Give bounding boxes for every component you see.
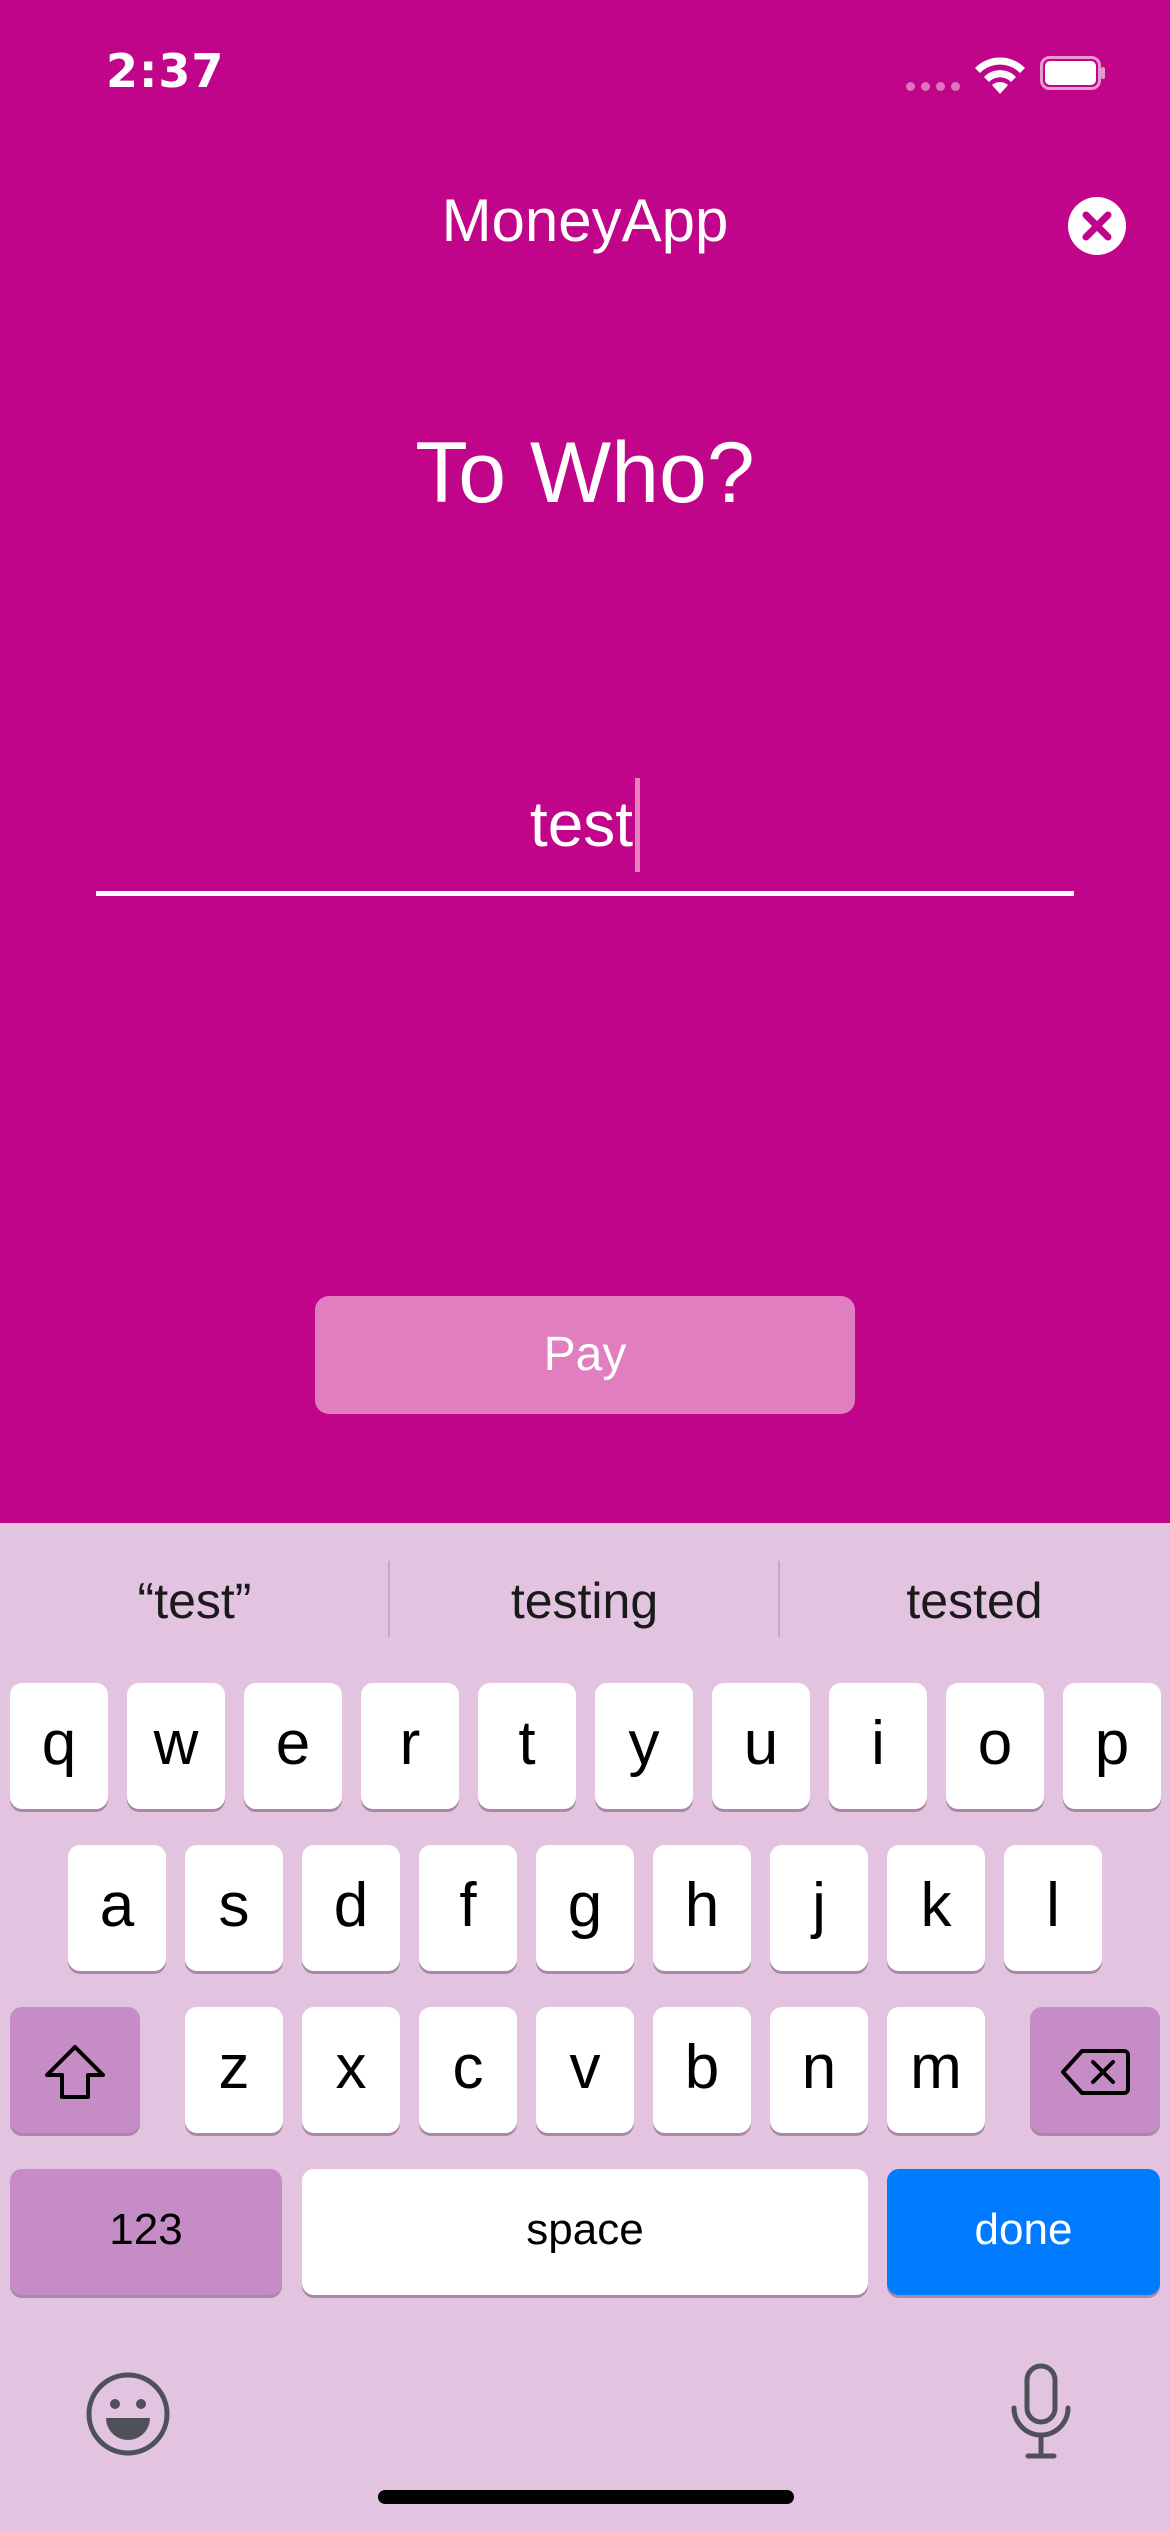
emoji-icon[interactable]: [84, 2370, 172, 2458]
key-v[interactable]: v: [536, 2007, 634, 2133]
key-t[interactable]: t: [478, 1683, 576, 1809]
recipient-value: test: [529, 787, 634, 860]
microphone-icon[interactable]: [1008, 2362, 1074, 2462]
key-r[interactable]: r: [361, 1683, 459, 1809]
backspace-icon: [1061, 2048, 1130, 2095]
key-k[interactable]: k: [887, 1845, 985, 1971]
delete-key[interactable]: [1030, 2007, 1160, 2133]
key-m[interactable]: m: [887, 2007, 985, 2133]
shift-icon: [45, 2044, 105, 2099]
key-a[interactable]: a: [68, 1845, 166, 1971]
suggestion-bar: “test” testing tested: [0, 1523, 1170, 1679]
key-y[interactable]: y: [595, 1683, 693, 1809]
battery-icon: [1040, 56, 1105, 90]
space-key[interactable]: space: [302, 2169, 868, 2295]
suggestion-2[interactable]: testing: [390, 1523, 779, 1679]
numbers-key[interactable]: 123: [10, 2169, 282, 2295]
app-title: MoneyApp: [441, 187, 729, 254]
wifi-icon: [975, 57, 1025, 94]
key-w[interactable]: w: [127, 1683, 225, 1809]
key-f[interactable]: f: [419, 1845, 517, 1971]
key-n[interactable]: n: [770, 2007, 868, 2133]
key-g[interactable]: g: [536, 1845, 634, 1971]
suggestion-1[interactable]: “test”: [0, 1523, 389, 1679]
text-caret: [635, 778, 641, 872]
key-h[interactable]: h: [653, 1845, 751, 1971]
recipient-input[interactable]: test: [96, 760, 1074, 896]
key-q[interactable]: q: [10, 1683, 108, 1809]
page-heading: To Who?: [415, 425, 755, 521]
key-z[interactable]: z: [185, 2007, 283, 2133]
key-u[interactable]: u: [712, 1683, 810, 1809]
key-l[interactable]: l: [1004, 1845, 1102, 1971]
input-underline: [96, 891, 1074, 896]
close-icon[interactable]: [1067, 196, 1127, 256]
suggestion-3[interactable]: tested: [780, 1523, 1169, 1679]
shift-key[interactable]: [10, 2007, 140, 2133]
key-j[interactable]: j: [770, 1845, 868, 1971]
done-key[interactable]: done: [887, 2169, 1160, 2295]
key-s[interactable]: s: [185, 1845, 283, 1971]
key-c[interactable]: c: [419, 2007, 517, 2133]
key-x[interactable]: x: [302, 2007, 400, 2133]
status-bar: 2:37: [0, 0, 1170, 150]
recipient-input-text[interactable]: test: [96, 778, 1074, 876]
keyboard: “test” testing tested q w e r t y u i o …: [0, 1523, 1170, 2532]
key-o[interactable]: o: [946, 1683, 1044, 1809]
key-b[interactable]: b: [653, 2007, 751, 2133]
key-p[interactable]: p: [1063, 1683, 1161, 1809]
key-d[interactable]: d: [302, 1845, 400, 1971]
cellular-signal-icon: [906, 76, 966, 95]
key-e[interactable]: e: [244, 1683, 342, 1809]
key-i[interactable]: i: [829, 1683, 927, 1809]
home-indicator[interactable]: [378, 2490, 794, 2504]
pay-button[interactable]: Pay: [315, 1296, 855, 1414]
status-time: 2:37: [106, 44, 225, 98]
